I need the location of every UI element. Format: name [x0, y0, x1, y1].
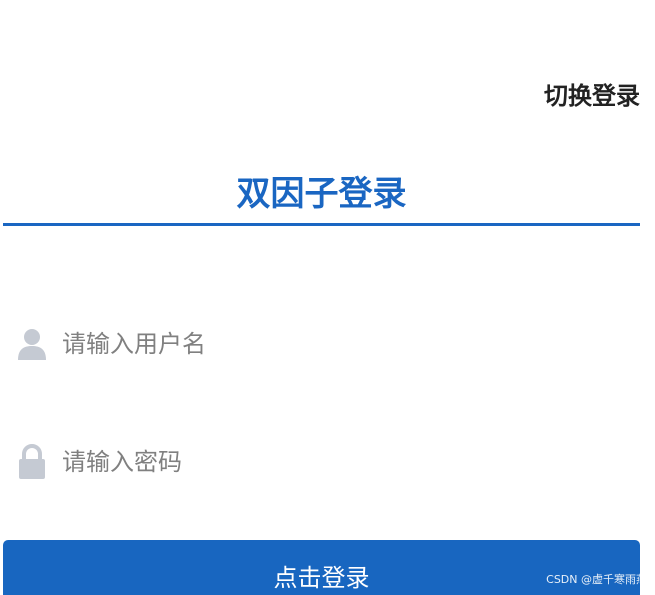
switch-login-link[interactable]: 切换登录	[544, 76, 640, 111]
password-input[interactable]	[62, 448, 602, 476]
login-page: 切换登录 双因子登录 点击登录 CSDN @虚千寒雨燕	[0, 0, 655, 595]
lock-icon	[14, 444, 50, 480]
login-button[interactable]: 点击登录	[3, 540, 640, 595]
title-underline	[3, 223, 640, 226]
username-field	[14, 322, 634, 366]
user-icon	[14, 326, 50, 362]
page-title: 双因子登录	[236, 174, 407, 214]
watermark: CSDN @虚千寒雨燕	[546, 573, 647, 586]
username-input[interactable]	[62, 330, 602, 358]
password-field	[14, 440, 634, 484]
